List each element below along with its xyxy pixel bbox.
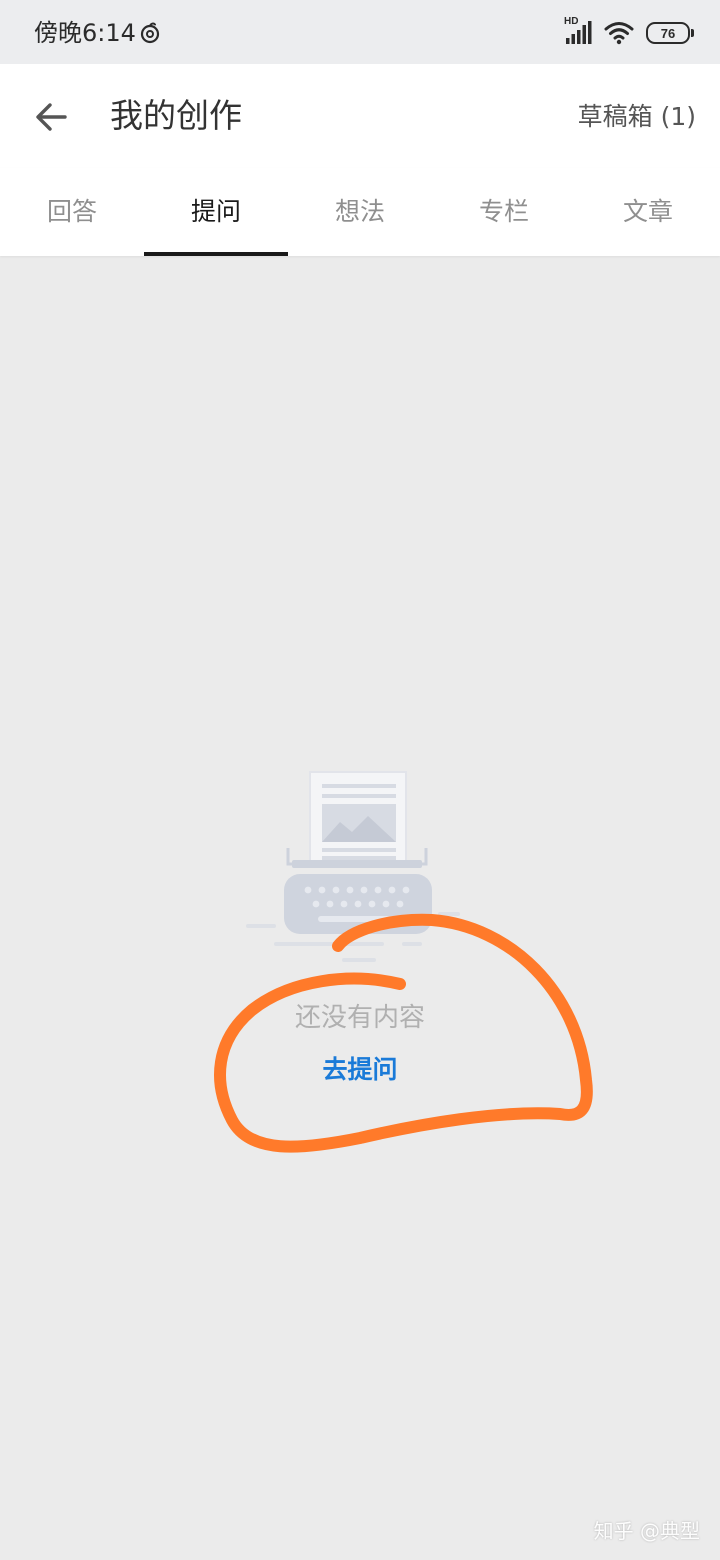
app-bar: 我的创作 草稿箱 (1) bbox=[0, 64, 720, 168]
ask-question-button[interactable]: 去提问 bbox=[0, 1052, 720, 1088]
empty-message: 还没有内容 bbox=[294, 1003, 425, 1033]
drafts-button[interactable]: 草稿箱 (1) bbox=[578, 100, 696, 134]
tab-articles[interactable]: 文章 bbox=[576, 168, 720, 256]
status-time: 傍晚6:14 bbox=[34, 19, 136, 47]
back-button[interactable] bbox=[28, 94, 74, 140]
netease-music-icon bbox=[140, 22, 160, 44]
wifi-icon bbox=[604, 22, 634, 45]
page-title: 我的创作 bbox=[110, 96, 242, 135]
signal-bars-icon bbox=[566, 21, 592, 44]
battery-level: 76 bbox=[660, 25, 676, 41]
tab-answers[interactable]: 回答 bbox=[0, 168, 144, 256]
tab-columns[interactable]: 专栏 bbox=[432, 168, 576, 256]
arrow-left-icon bbox=[36, 103, 67, 131]
status-indicators: HD 76 bbox=[564, 16, 694, 48]
status-bar: 傍晚6:14 HD 76 bbox=[0, 0, 720, 64]
tab-ideas[interactable]: 想法 bbox=[288, 168, 432, 256]
tab-questions[interactable]: 提问 bbox=[144, 168, 288, 256]
watermark: 知乎 @典型 bbox=[593, 1519, 700, 1543]
tab-bar: 回答 提问 想法 专栏 文章 bbox=[0, 168, 720, 256]
battery-indicator: 76 bbox=[646, 22, 694, 44]
typewriter-icon bbox=[246, 771, 460, 962]
cellular-signal: HD bbox=[564, 16, 592, 46]
